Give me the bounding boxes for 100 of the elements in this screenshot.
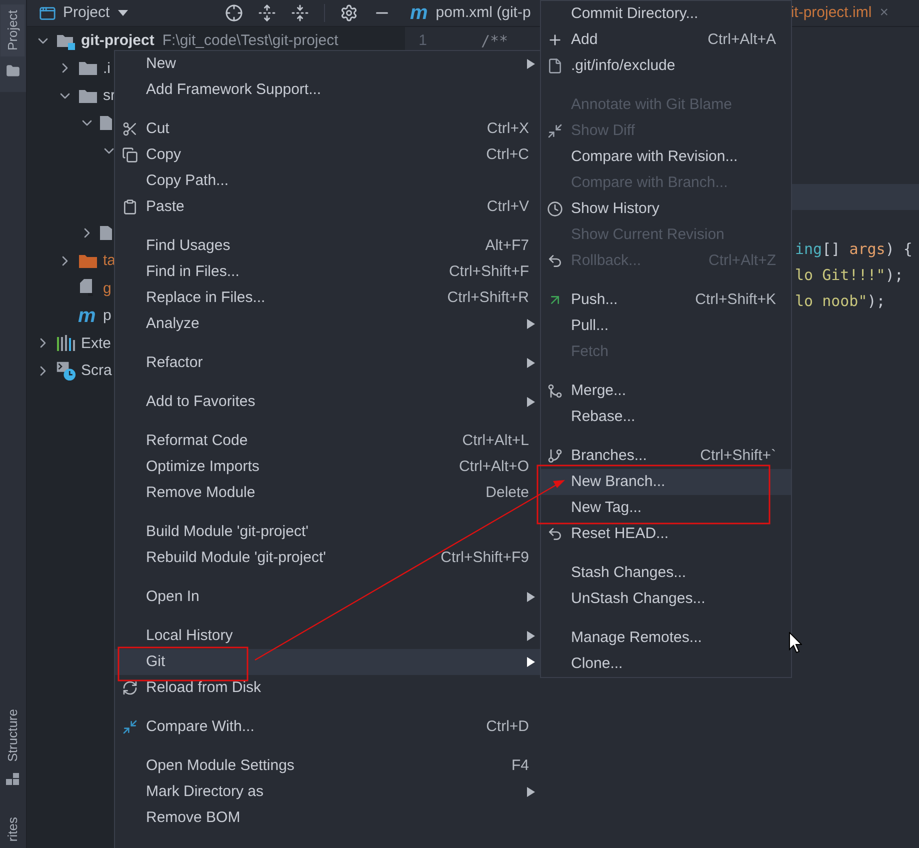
clipboard-icon xyxy=(122,199,138,215)
inward-arrows-icon xyxy=(122,719,138,735)
menu-item[interactable]: Local History xyxy=(115,623,540,649)
menu-item[interactable]: Refactor xyxy=(115,350,540,376)
inward-arrows-icon xyxy=(547,123,563,139)
menu-item[interactable]: Analyze xyxy=(115,311,540,337)
submenu-arrow-icon xyxy=(527,59,535,69)
refresh-icon xyxy=(122,680,138,696)
menu-item[interactable]: UnStash Changes... xyxy=(541,586,791,612)
structure-icon xyxy=(6,773,20,786)
scratch-file-icon xyxy=(56,360,76,382)
folder-icon xyxy=(100,115,112,132)
submenu-arrow-icon xyxy=(527,657,535,667)
collapse-all-icon[interactable] xyxy=(291,4,309,22)
line-number: 1 xyxy=(418,32,427,49)
menu-item[interactable]: Add to Favorites xyxy=(115,389,540,415)
folder-icon xyxy=(6,64,20,78)
menu-item[interactable]: Manage Remotes... xyxy=(541,625,791,651)
project-path: F:\git_code\Test\git-project xyxy=(162,33,338,48)
settings-icon[interactable] xyxy=(340,4,358,22)
menu-item[interactable]: Merge... xyxy=(541,378,791,404)
tree-item-label[interactable]: g xyxy=(103,280,112,296)
copy-icon xyxy=(122,147,138,163)
menu-item[interactable]: Open Module Settings F4 xyxy=(115,753,540,779)
menu-item[interactable]: Compare with Revision... xyxy=(541,144,791,170)
folder-icon xyxy=(78,88,98,104)
submenu-arrow-icon xyxy=(527,319,535,329)
menu-item[interactable]: Paste Ctrl+V xyxy=(115,194,540,220)
menu-item[interactable]: Build Module 'git-project' xyxy=(115,519,540,545)
menu-item[interactable]: Remove BOM xyxy=(115,805,540,831)
menu-item[interactable]: Clone... xyxy=(541,651,791,677)
menu-item[interactable]: Find in Files... Ctrl+Shift+F xyxy=(115,259,540,285)
menu-item[interactable]: Rebuild Module 'git-project' Ctrl+Shift+F9 xyxy=(115,545,540,571)
menu-item[interactable]: Reset HEAD... xyxy=(541,521,791,547)
branch-icon xyxy=(547,448,563,464)
menu-item[interactable]: Git xyxy=(115,649,540,675)
expand-all-icon[interactable] xyxy=(258,4,276,22)
locate-icon[interactable] xyxy=(225,4,243,22)
tree-item-label[interactable]: Scra xyxy=(81,363,112,378)
undo-icon xyxy=(547,253,563,269)
menu-item[interactable]: Commit Directory... xyxy=(541,1,791,27)
menu-item[interactable]: Rebase... xyxy=(541,404,791,430)
tree-item-label[interactable]: git-project xyxy=(81,33,154,48)
clock-icon xyxy=(547,201,563,217)
tree-item-label[interactable]: p xyxy=(103,308,112,324)
menu-item[interactable]: Cut Ctrl+X xyxy=(115,116,540,142)
editor-tab[interactable]: it-project.iml × xyxy=(790,0,888,26)
menu-item[interactable]: New Branch... xyxy=(541,469,791,495)
file-icon xyxy=(78,278,96,298)
tree-item-label[interactable]: sr xyxy=(103,88,116,104)
menu-item[interactable]: Add Ctrl+Alt+A xyxy=(541,27,791,53)
folder-icon xyxy=(100,225,112,242)
menu-item[interactable]: Stash Changes... xyxy=(541,560,791,586)
menu-item[interactable]: Open In xyxy=(115,584,540,610)
menu-item[interactable]: Replace in Files... Ctrl+Shift+R xyxy=(115,285,540,311)
library-bars-icon xyxy=(56,335,76,352)
submenu-arrow-icon xyxy=(527,397,535,407)
tree-item-label[interactable]: Exte xyxy=(81,336,112,351)
menu-item[interactable]: Branches... Ctrl+Shift+` xyxy=(541,443,791,469)
scissors-icon xyxy=(122,121,138,137)
code-line: /** xyxy=(481,34,508,48)
mouse-pointer-icon xyxy=(789,632,802,653)
menu-item[interactable]: Mark Directory as xyxy=(115,779,540,805)
file-icon xyxy=(547,58,563,74)
plus-icon xyxy=(547,32,563,48)
code-line: ing[] args) { xyxy=(795,238,912,260)
menu-item[interactable]: New xyxy=(115,51,540,77)
tool-window-tab[interactable]: Structure xyxy=(1,702,25,768)
menu-item[interactable]: Compare With... Ctrl+D xyxy=(115,714,540,740)
panel-title[interactable]: Project xyxy=(63,2,110,24)
maven-label: m xyxy=(78,306,97,326)
menu-item[interactable]: Reload from Disk xyxy=(115,675,540,701)
submenu-arrow-icon xyxy=(527,631,535,641)
maven-label: m xyxy=(410,3,428,23)
menu-item[interactable]: Show History xyxy=(541,196,791,222)
folder-icon xyxy=(78,60,98,76)
folder-icon xyxy=(78,252,98,269)
menu-item[interactable]: Find Usages Alt+F7 xyxy=(115,233,540,259)
submenu-arrow-icon xyxy=(527,787,535,797)
menu-item[interactable]: Copy Ctrl+C xyxy=(115,142,540,168)
menu-item[interactable]: Pull... xyxy=(541,313,791,339)
menu-item[interactable]: Copy Path... xyxy=(115,168,540,194)
menu-item[interactable]: Push... Ctrl+Shift+K xyxy=(541,287,791,313)
merge-icon xyxy=(547,383,563,399)
menu-item[interactable]: Add Framework Support... xyxy=(115,77,540,103)
menu-item[interactable]: New Tag... xyxy=(541,495,791,521)
tool-window-tab[interactable]: rites xyxy=(1,811,25,848)
menu-item[interactable]: Optimize Imports Ctrl+Alt+O xyxy=(115,454,540,480)
editor-tab[interactable]: m pom.xml (git-p xyxy=(410,0,531,26)
submenu-arrow-icon xyxy=(527,592,535,602)
tree-item-label[interactable]: .i xyxy=(103,60,110,76)
menu-item[interactable]: Reformat Code Ctrl+Alt+L xyxy=(115,428,540,454)
menu-item[interactable]: .git/info/exclude xyxy=(541,53,791,79)
code-line: lo Git!!!"); xyxy=(795,264,904,286)
undo-icon xyxy=(547,526,563,542)
menu-item[interactable]: Remove Module Delete xyxy=(115,480,540,506)
code-line: lo noob"); xyxy=(795,290,886,312)
submenu-arrow-icon xyxy=(527,358,535,368)
tool-window-tab[interactable]: Project xyxy=(1,4,25,56)
dropdown-caret-icon[interactable] xyxy=(118,10,128,16)
